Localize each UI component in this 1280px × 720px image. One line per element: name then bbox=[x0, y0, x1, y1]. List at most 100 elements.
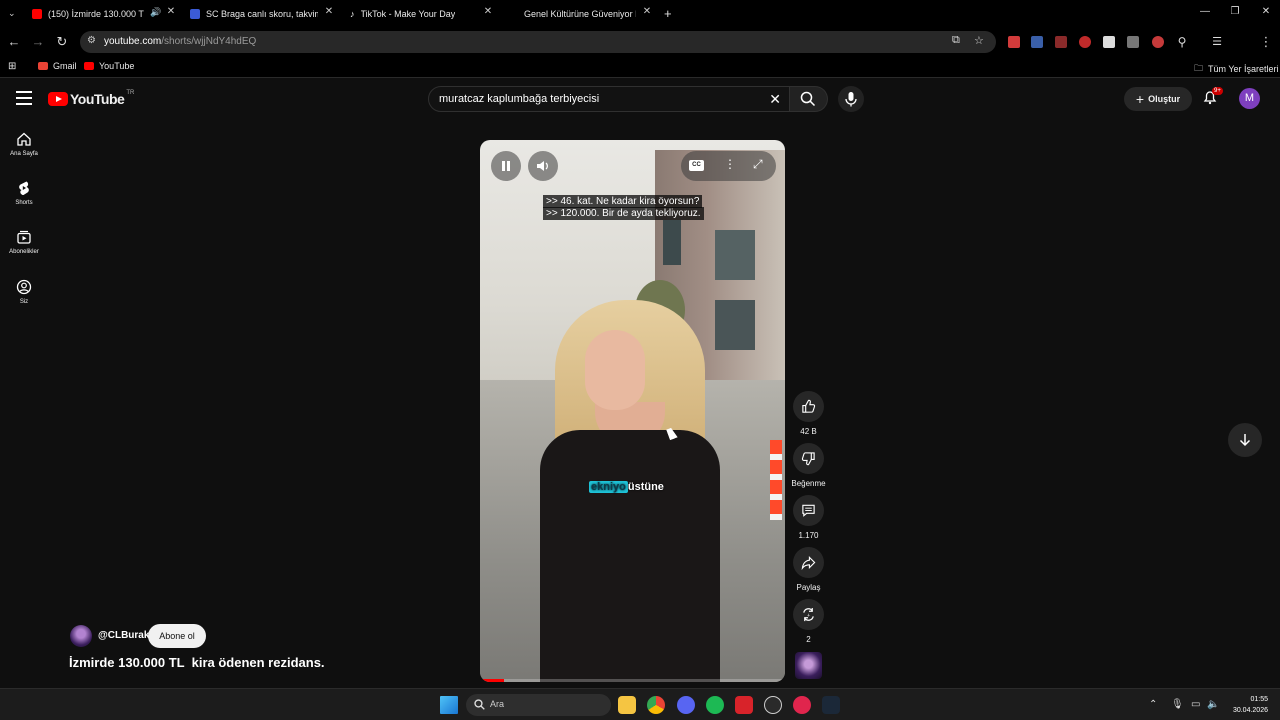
bookmark-youtube[interactable]: YouTube bbox=[84, 61, 134, 71]
tab-genel-kultur[interactable]: Genel Kültürüne Güveniyor Mu bbox=[524, 4, 636, 24]
video-frame-person-body bbox=[540, 430, 720, 682]
close-tab-icon[interactable]: ✕ bbox=[323, 6, 335, 17]
account-icon bbox=[16, 279, 32, 295]
bookmark-star-icon[interactable]: ☆ bbox=[974, 34, 984, 47]
subtitle-line: >> 120.000. Bir de ayda tekliyoruz. bbox=[543, 207, 704, 220]
sidebar-item-shorts[interactable]: Shorts bbox=[0, 180, 48, 206]
share-label: Paylaş bbox=[796, 583, 821, 592]
clear-search-icon[interactable]: ✕ bbox=[769, 91, 781, 108]
thumbs-down-icon bbox=[801, 452, 815, 466]
tab-audio-icon[interactable]: 🔊 bbox=[150, 7, 161, 18]
more-options-icon[interactable]: ⋮ bbox=[724, 157, 736, 171]
spotify-icon[interactable] bbox=[706, 696, 724, 714]
tab-sofascore[interactable]: SC Braga canlı skoru, takvimi ve bbox=[190, 4, 318, 24]
like-button[interactable] bbox=[793, 391, 824, 422]
all-bookmarks[interactable]: 🗀 Tüm Yer İşaretleri bbox=[1194, 61, 1279, 77]
pause-button[interactable] bbox=[491, 151, 521, 181]
volume-button[interactable] bbox=[528, 151, 558, 181]
taskbar-search-placeholder: Ara bbox=[490, 699, 505, 709]
tray-microphone-icon[interactable]: 🎙 bbox=[1171, 699, 1184, 710]
search-query: muratcaz kaplumbağa terbiyecisi bbox=[439, 93, 600, 105]
video-title[interactable]: İzmirde 130.000 TL kira ödenen rezidans. bbox=[69, 655, 325, 670]
reload-icon[interactable]: ↻ bbox=[54, 34, 70, 50]
address-bar[interactable]: ⚙ youtube.com/shorts/wjjNdY4hdEQ ⧉ ☆ bbox=[80, 31, 996, 53]
subscribe-button[interactable]: Abone ol bbox=[148, 624, 206, 648]
progress-fill bbox=[480, 679, 505, 682]
tray-chevron-icon[interactable]: ⌃ bbox=[1149, 699, 1157, 710]
search-icon bbox=[474, 699, 485, 710]
app-icon[interactable] bbox=[735, 696, 753, 714]
install-app-icon[interactable]: ⧉ bbox=[952, 34, 960, 47]
extension-icon[interactable] bbox=[1055, 36, 1067, 48]
youtube-logo[interactable]: YouTube TR bbox=[48, 90, 134, 107]
channel-name[interactable]: @CLBurak bbox=[98, 630, 149, 641]
channel-avatar[interactable] bbox=[70, 625, 92, 647]
notifications-button[interactable]: 9+ bbox=[1202, 87, 1223, 109]
sofascore-favicon-icon bbox=[190, 9, 200, 19]
close-tab-icon[interactable]: ✕ bbox=[641, 6, 653, 17]
back-arrow-icon[interactable]: ← bbox=[6, 34, 22, 50]
taskbar-search[interactable]: Ara bbox=[466, 694, 611, 716]
dislike-button[interactable] bbox=[793, 443, 824, 474]
tray-network-icon[interactable]: ▭ bbox=[1191, 699, 1200, 710]
steam-icon[interactable] bbox=[822, 696, 840, 714]
sidebar-item-subscriptions[interactable]: Abonelikler bbox=[0, 229, 48, 255]
bookmark-gmail[interactable]: Gmail bbox=[38, 61, 77, 71]
windows-start-icon[interactable] bbox=[440, 696, 458, 714]
create-button[interactable]: + Oluştur bbox=[1124, 87, 1192, 111]
reading-list-icon[interactable]: ☰ bbox=[1209, 34, 1225, 50]
tab-youtube[interactable]: (150) İzmirde 130.000 TL ki bbox=[32, 4, 144, 24]
extensions-puzzle-icon[interactable]: ⚲ bbox=[1174, 34, 1190, 50]
apps-grid-icon[interactable]: ⊞ bbox=[8, 61, 16, 72]
extension-icon[interactable] bbox=[1031, 36, 1043, 48]
site-info-icon[interactable]: ⚙ bbox=[87, 35, 96, 46]
tab-tiktok[interactable]: ♪ TikTok - Make Your Day bbox=[350, 4, 478, 24]
file-explorer-icon[interactable] bbox=[618, 696, 636, 714]
sidebar-item-you[interactable]: Siz bbox=[0, 279, 48, 305]
volume-icon bbox=[537, 161, 548, 171]
browser-menu-icon[interactable]: ⋮ bbox=[1258, 34, 1274, 50]
search-input[interactable]: muratcaz kaplumbağa terbiyecisi ✕ bbox=[428, 86, 790, 112]
discord-icon[interactable] bbox=[677, 696, 695, 714]
headset-app-icon[interactable] bbox=[793, 696, 811, 714]
account-avatar[interactable]: M bbox=[1239, 88, 1260, 109]
extension-icon[interactable] bbox=[1103, 36, 1115, 48]
close-window-icon[interactable]: ✕ bbox=[1259, 6, 1273, 17]
channel-audio-thumbnail[interactable] bbox=[795, 652, 822, 679]
minimize-window-icon[interactable]: — bbox=[1198, 6, 1212, 17]
home-icon bbox=[17, 132, 31, 146]
extension-icon[interactable] bbox=[1008, 36, 1020, 48]
fullscreen-icon[interactable]: ⤢ bbox=[753, 157, 763, 172]
extension-icon[interactable] bbox=[1127, 36, 1139, 48]
bookmarks-bar: ⊞ Gmail YouTube 🗀 Tüm Yer İşaretleri bbox=[0, 56, 1280, 78]
clock-date: 30.04.2026 bbox=[1232, 707, 1268, 714]
app-icon[interactable] bbox=[764, 696, 782, 714]
comments-button[interactable] bbox=[793, 495, 824, 526]
taskbar-clock[interactable]: 01:55 30.04.2026 bbox=[1233, 694, 1268, 716]
remix-button[interactable]: + bbox=[793, 599, 824, 630]
extension-icon[interactable] bbox=[1079, 36, 1091, 48]
share-button[interactable] bbox=[793, 547, 824, 578]
thumbs-up-icon bbox=[802, 399, 816, 413]
search-button[interactable] bbox=[790, 86, 828, 112]
youtube-play-icon bbox=[48, 92, 68, 106]
forward-arrow-icon[interactable]: → bbox=[30, 34, 46, 50]
new-tab-plus-icon[interactable]: + bbox=[664, 6, 672, 21]
voice-search-button[interactable] bbox=[838, 86, 864, 112]
tray-volume-icon[interactable]: 🔈 bbox=[1207, 699, 1219, 710]
extension-icon[interactable] bbox=[1152, 36, 1164, 48]
tab-search-chevron-icon[interactable]: ⌄ bbox=[8, 8, 16, 19]
closed-captions-icon[interactable]: CC bbox=[689, 160, 704, 171]
url-text: youtube.com/shorts/wjjNdY4hdEQ bbox=[104, 36, 256, 47]
sidebar-item-label: Siz bbox=[19, 299, 29, 305]
close-tab-icon[interactable]: ✕ bbox=[165, 6, 177, 17]
youtube-icon bbox=[84, 62, 94, 70]
close-tab-icon[interactable]: ✕ bbox=[482, 6, 494, 17]
video-progress-bar[interactable] bbox=[480, 679, 785, 682]
next-short-button[interactable] bbox=[1228, 423, 1262, 457]
sidebar-item-home[interactable]: Ana Sayfa bbox=[0, 131, 48, 157]
shorts-video-player[interactable]: CC ⋮ ⤢ >> 46. kat. Ne kadar kira öyorsun… bbox=[480, 140, 785, 682]
restore-window-icon[interactable]: ❐ bbox=[1228, 6, 1242, 17]
chrome-icon[interactable] bbox=[647, 696, 665, 714]
hamburger-menu-icon[interactable] bbox=[16, 91, 32, 105]
